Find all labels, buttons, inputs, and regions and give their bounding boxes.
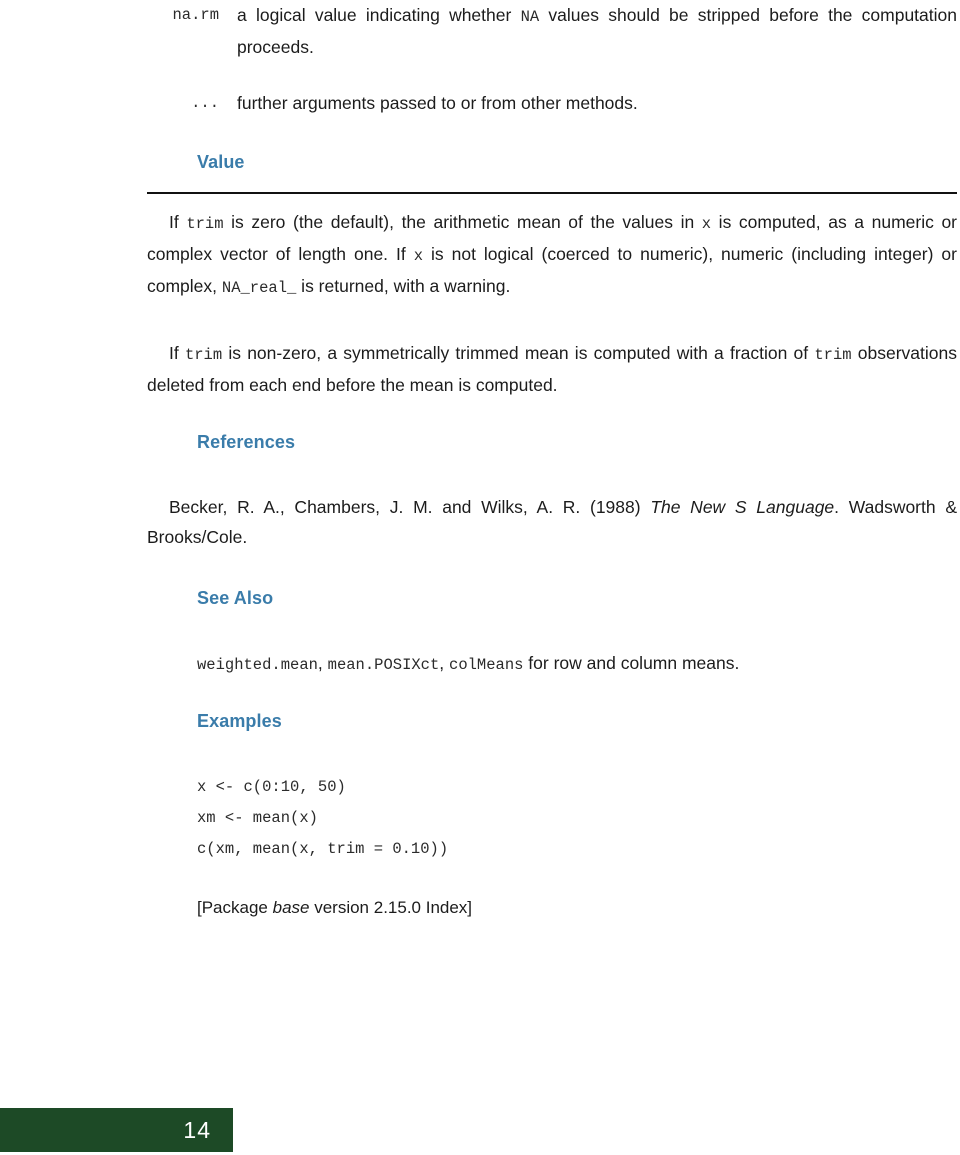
inline-text: a logical value indicating whether — [237, 5, 521, 25]
inline-code: x — [701, 215, 712, 233]
section-heading-examples: Examples — [197, 711, 282, 731]
inline-code: x — [413, 247, 424, 265]
inline-text: If — [169, 212, 187, 232]
argument-description-dots: further arguments passed to or from othe… — [237, 88, 957, 118]
package-footer-prefix: [Package — [197, 898, 273, 917]
inline-code: trim — [184, 346, 223, 364]
value-paragraph-2: If trim is non-zero, a symmetrically tri… — [147, 338, 957, 400]
code-line: c(xm, mean(x, trim = 0.10)) — [197, 840, 449, 858]
arguments-list: na.rm a logical value indicating whether… — [147, 0, 957, 144]
examples-code-block: x <- c(0:10, 50) xm <- mean(x) c(xm, mean(… — [197, 772, 448, 865]
inline-code: NA_real_ — [221, 279, 297, 297]
inline-code: trim — [186, 215, 224, 233]
inline-text: Becker, R. A., Chambers, J. M. and Wilks… — [169, 497, 651, 517]
page-number: 14 — [183, 1116, 211, 1143]
section-heading-references: References — [197, 432, 296, 452]
argument-row-dots: ... further arguments passed to or from … — [147, 88, 957, 118]
section-heading-see-also: See Also — [197, 588, 274, 608]
inline-code: mean.POSIXct — [327, 656, 440, 674]
inline-text: for row and column means. — [523, 653, 740, 673]
inline-text: If — [169, 343, 185, 363]
package-footer-version: 2.15.0 — [373, 898, 421, 917]
package-footer-middle: version — [309, 898, 374, 917]
inline-code: colMeans — [449, 656, 524, 674]
inline-text: further arguments passed to or from othe… — [237, 93, 638, 113]
package-footer: [Package base version 2.15.0 Index] — [197, 895, 472, 921]
section-heading-value: Value — [197, 152, 245, 172]
inline-text: is zero (the default), the arithmetic me… — [223, 212, 702, 232]
package-footer-suffix: Index] — [421, 898, 473, 917]
package-footer-package: base — [272, 898, 310, 917]
inline-text: is non-zero, a symmetrically trimmed mea… — [222, 343, 815, 363]
document-page: na.rm a logical value indicating whether… — [0, 0, 960, 1155]
inline-text: , — [317, 653, 328, 673]
code-line: x <- c(0:10, 50) — [197, 778, 346, 796]
argument-term-na-rm: na.rm — [172, 6, 219, 24]
inline-code: trim — [814, 346, 852, 364]
references-citation: Becker, R. A., Chambers, J. M. and Wilks… — [147, 492, 957, 552]
argument-row-na-rm: na.rm a logical value indicating whether… — [147, 0, 957, 62]
see-also-links: weighted.mean, mean.POSIXct, colMeans fo… — [197, 648, 957, 680]
value-paragraph-1: If trim is zero (the default), the arith… — [147, 207, 957, 303]
argument-description-na-rm: a logical value indicating whether NA va… — [237, 0, 957, 62]
page-number-bar: 14 — [0, 1108, 233, 1152]
section-rule-value — [147, 192, 957, 194]
inline-italic: The New S Language — [650, 497, 835, 517]
inline-code: weighted.mean — [197, 656, 318, 674]
code-line: xm <- mean(x) — [197, 809, 318, 827]
inline-text: , — [439, 653, 450, 673]
argument-term-dots: ... — [191, 94, 219, 112]
inline-text: is returned, with a warning. — [296, 276, 511, 296]
inline-code: NA — [520, 8, 540, 26]
